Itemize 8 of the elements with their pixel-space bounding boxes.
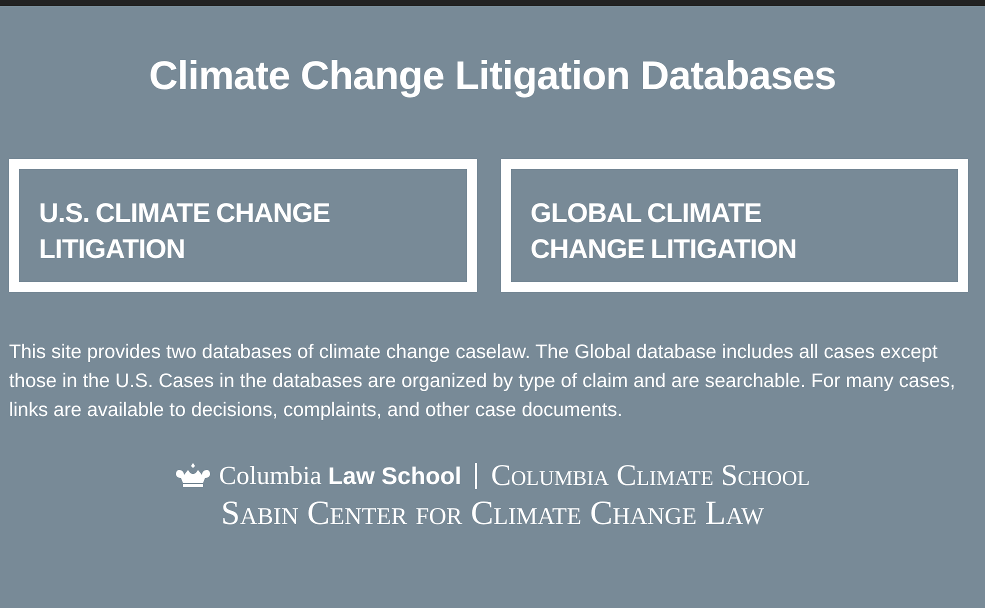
database-link[interactable]: U.S. CLIMATE CHANGE LITIGATION [9, 159, 476, 292]
crown-icon [175, 462, 212, 490]
law-school-logo-text: Columbia Law School [219, 461, 462, 491]
description-text: This site provides two databases of climate change caselaw. The Global database includes all cases except those in the U.S. Cases in the databases are organized by type of claim and are searchable. For many cases, links are available to decisions, complaints, and other case documents. [9, 340, 956, 423]
database-link[interactable]: GLOBAL CLIMATE CHANGE LITIGATION [500, 159, 968, 292]
page-title: Climate Change Litigation Databases [148, 53, 838, 100]
center-name: Sabin Center for Climate Change Law [221, 495, 764, 533]
climate-school-logo-text: Columbia Climate School [490, 459, 810, 493]
